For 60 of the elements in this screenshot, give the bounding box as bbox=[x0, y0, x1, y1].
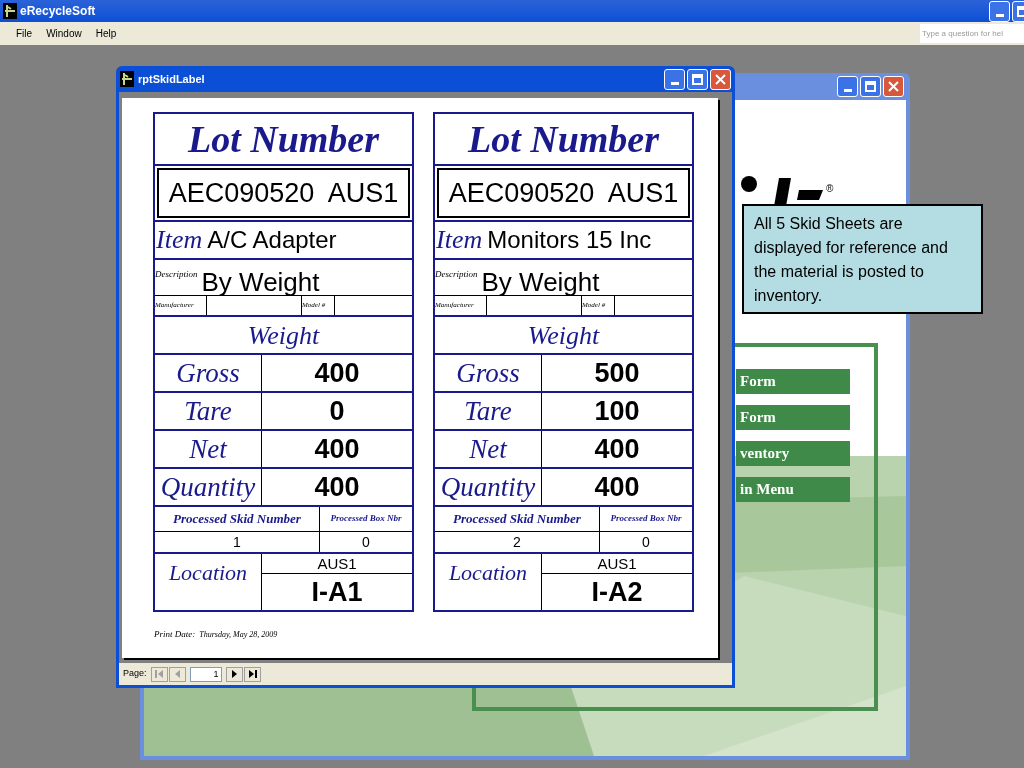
weight-label: Quantity bbox=[160, 473, 256, 501]
menu-button[interactable]: in Menu bbox=[736, 477, 850, 502]
item-value: Monitors 15 Inc bbox=[487, 228, 652, 252]
box-number: 0 bbox=[362, 532, 370, 552]
weight-value: 400 bbox=[594, 435, 640, 463]
location-label: Location bbox=[448, 559, 528, 587]
print-date: Thursday, May 28, 2009 bbox=[199, 628, 278, 641]
report-title: rptSkidLabel bbox=[138, 71, 206, 87]
location-site: AUS1 bbox=[317, 556, 357, 571]
description-value: By Weight bbox=[481, 269, 600, 295]
weight-value: 100 bbox=[594, 397, 640, 425]
weight-label: Net bbox=[469, 435, 507, 463]
item-label: Item bbox=[435, 227, 484, 253]
weight-label: Gross bbox=[456, 359, 520, 387]
callout-text: All 5 Skid Sheets are displayed for reference and the material is posted to inventory. bbox=[754, 215, 948, 304]
location-value: I-A2 bbox=[591, 578, 643, 606]
item-label: Item bbox=[155, 227, 204, 253]
weight-label: Quantity bbox=[440, 473, 536, 501]
description-value: By Weight bbox=[201, 269, 320, 295]
app-title: eRecycleSoft bbox=[20, 3, 97, 20]
weight-value: 0 bbox=[329, 397, 345, 425]
menu-button[interactable]: ventory bbox=[736, 441, 850, 466]
lot-number: AEC090520 AUS1 bbox=[448, 179, 679, 207]
lot-number: AEC090520 AUS1 bbox=[168, 179, 399, 207]
weight-value: 400 bbox=[594, 473, 640, 501]
box-number: 0 bbox=[642, 532, 650, 552]
location-value: I-A1 bbox=[311, 578, 363, 606]
weight-heading: Weight bbox=[247, 319, 320, 352]
menu-button[interactable]: Form bbox=[736, 405, 850, 430]
skid-number-label: Processed Skid Number bbox=[173, 510, 301, 529]
box-number-label: Processed Box Nbr bbox=[610, 512, 682, 526]
label-heading: Lot Number bbox=[467, 120, 660, 158]
location-site: AUS1 bbox=[597, 556, 637, 571]
weight-value: 500 bbox=[594, 359, 640, 387]
description-label: Description bbox=[155, 267, 198, 281]
weight-value: 400 bbox=[314, 435, 360, 463]
box-number-label: Processed Box Nbr bbox=[330, 512, 402, 526]
weight-label: Net bbox=[189, 435, 227, 463]
weight-value: 400 bbox=[314, 473, 360, 501]
skid-number: 1 bbox=[233, 532, 241, 552]
menu-button[interactable]: Form bbox=[736, 369, 850, 394]
page-number-field[interactable]: 1 bbox=[189, 666, 222, 682]
menu-item[interactable]: Help bbox=[89, 26, 123, 41]
menu-item[interactable]: File bbox=[10, 26, 39, 41]
weight-label: Tare bbox=[184, 397, 232, 425]
label-heading: Lot Number bbox=[187, 120, 380, 158]
help-field[interactable]: Type a question for hel bbox=[920, 24, 1024, 43]
skid-number-label: Processed Skid Number bbox=[453, 510, 581, 529]
print-date-label: Print Date: bbox=[154, 628, 196, 641]
page-label: Page: bbox=[123, 667, 147, 681]
weight-label: Gross bbox=[176, 359, 240, 387]
description-label: Description bbox=[435, 267, 478, 281]
weight-label: Tare bbox=[464, 397, 512, 425]
weight-heading: Weight bbox=[527, 319, 600, 352]
weight-value: 400 bbox=[314, 359, 360, 387]
menu-item[interactable]: Window bbox=[40, 26, 88, 41]
registered-mark: ® bbox=[826, 184, 834, 194]
skid-number: 2 bbox=[513, 532, 521, 552]
location-label: Location bbox=[168, 559, 248, 587]
item-value: A/C Adapter bbox=[207, 228, 337, 252]
